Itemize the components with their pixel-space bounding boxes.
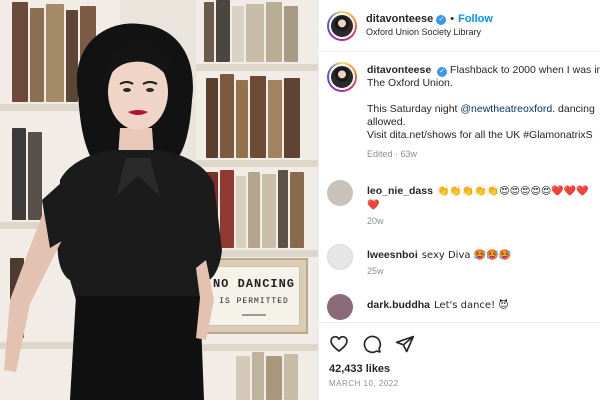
heart-icon[interactable] — [329, 334, 349, 354]
commenter-avatar[interactable] — [327, 244, 353, 270]
comment-body: lweesnboi sexy Diva 🥵🥵🥵 — [367, 248, 600, 263]
caption-username[interactable]: ditavonteese — [367, 64, 431, 76]
comment-text: Let's dance! 😈 — [434, 300, 509, 311]
verified-badge-icon: ✓ — [436, 14, 447, 25]
caption-text-line-4: allowed. — [367, 116, 406, 128]
comment-item: dark.buddha Let's dance! 😈 — [327, 294, 600, 322]
comment-text: sexy Diva 🥵🥵🥵 — [421, 250, 512, 261]
avatar[interactable] — [327, 10, 357, 41]
separator-dot: • — [450, 13, 455, 25]
post-photo[interactable]: NO DANCING IS PERMITTED — [0, 0, 318, 400]
action-icons — [329, 333, 591, 355]
comment-text: 👏👏👏👏👏😍😍😍😍😍❤️❤️❤️ — [436, 186, 589, 197]
likes-count[interactable]: 42,433 likes — [329, 363, 591, 375]
comment-item: lweesnboi sexy Diva 🥵🥵🥵 25w — [327, 244, 600, 284]
caption-text-line-5: Visit dita.net/shows for all the UK #Gla… — [367, 129, 593, 141]
caption-text-line-3-suffix: . dancing — [552, 103, 595, 115]
post-header: ditavonteese ✓ • Follow Oxford Union Soc… — [319, 0, 600, 52]
caption-edited-meta: Edited · 63w — [367, 149, 418, 159]
share-icon[interactable] — [395, 334, 415, 354]
comment-item: leo_nie_dass 👏👏👏👏👏😍😍😍😍😍❤️❤️❤️ ❤️ 20w — [327, 180, 600, 236]
caption-text-line-1: Flashback to 2000 when I was inv — [450, 64, 600, 76]
comment-age: 25w — [367, 266, 384, 276]
commenter-avatar[interactable] — [327, 294, 353, 320]
username-link[interactable]: ditavonteese — [366, 13, 433, 27]
commenter-username[interactable]: lweesnboi — [367, 249, 418, 261]
caption-text-line-3: This Saturday night — [367, 103, 461, 115]
commenter-username[interactable]: leo_nie_dass — [367, 185, 433, 197]
woman-figure — [4, 23, 223, 400]
follow-button[interactable]: Follow — [458, 13, 493, 27]
commenter-username[interactable]: dark.buddha — [367, 299, 430, 311]
location-link[interactable]: Oxford Union Society Library — [366, 27, 493, 38]
caption-body: ditavonteese ✓ Flashback to 2000 when I … — [367, 64, 600, 161]
header-text: ditavonteese ✓ • Follow Oxford Union Soc… — [366, 13, 493, 38]
comments-section[interactable]: ditavonteese ✓ Flashback to 2000 when I … — [319, 52, 600, 322]
comment-text-line-2: ❤️ — [367, 200, 380, 211]
comment-icon[interactable] — [362, 334, 382, 354]
post-date: MARCH 10, 2022 — [329, 379, 399, 388]
commenter-avatar[interactable] — [327, 180, 353, 206]
post-actions: 42,433 likes MARCH 10, 2022 — [319, 322, 600, 400]
mention-link[interactable]: @newtheatreoxford — [460, 103, 552, 115]
comment-body: dark.buddha Let's dance! 😈 — [367, 298, 600, 313]
comment-body: leo_nie_dass 👏👏👏👏👏😍😍😍😍😍❤️❤️❤️ ❤️ — [367, 184, 600, 213]
verified-badge-icon: ✓ — [437, 66, 448, 77]
comment-age: 20w — [367, 216, 384, 226]
avatar[interactable] — [327, 62, 357, 92]
caption-text-line-2: The Oxford Union. — [367, 77, 453, 89]
post-detail-panel: ditavonteese ✓ • Follow Oxford Union Soc… — [318, 0, 600, 400]
